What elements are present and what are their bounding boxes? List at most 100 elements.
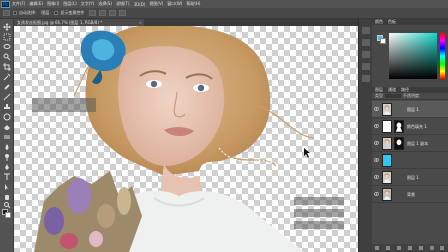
clone-stamp-tool-icon[interactable] — [3, 103, 11, 111]
lasso-tool-icon[interactable] — [3, 43, 11, 51]
layer-thumbnail — [382, 154, 392, 167]
auto-select-label: 自动选择: — [19, 10, 37, 15]
menu-file[interactable]: 文件(F) — [12, 1, 25, 7]
align-left-button[interactable] — [89, 10, 97, 16]
eraser-tool-icon[interactable] — [3, 123, 11, 131]
auto-select-checkbox[interactable] — [13, 11, 17, 15]
new-layer-icon[interactable] — [429, 246, 434, 250]
tab-channels[interactable]: 通道 — [388, 87, 396, 93]
layer-thumbnail — [382, 171, 392, 184]
adjustments-panel-icon[interactable] — [362, 51, 370, 58]
layer-name[interactable]: 图层 1 — [407, 107, 419, 113]
blend-mode-select[interactable] — [385, 94, 401, 98]
quick-select-tool-icon[interactable] — [3, 53, 11, 61]
adjustment-layer-icon[interactable] — [407, 246, 412, 250]
layer-row[interactable]: 图层 1 副本 — [372, 135, 448, 152]
kind-filter-label[interactable]: 类型 — [375, 93, 383, 99]
type-tool-icon[interactable] — [3, 173, 11, 181]
background-color-swatch[interactable] — [5, 212, 11, 218]
menu-type[interactable]: 文字(Y) — [81, 1, 95, 7]
layer-mask-thumbnail — [394, 137, 404, 150]
zoom-status[interactable]: 66.67% — [14, 245, 77, 252]
visibility-eye-icon[interactable] — [373, 141, 380, 145]
layer-style-icon[interactable] — [386, 246, 391, 250]
character-panel-icon[interactable] — [362, 75, 370, 82]
align-right-button[interactable] — [109, 10, 117, 16]
menu-view[interactable]: 视图(V) — [149, 1, 163, 7]
close-tab-icon[interactable]: × — [139, 19, 142, 26]
layers-panel: 图层 通道 路径 类型 不透明度: 图层 1 颜色填充 1 图层 1 副本 图层… — [372, 87, 448, 252]
menu-select[interactable]: 选择(S) — [98, 1, 112, 7]
watermark-overlay — [32, 98, 96, 112]
show-transform-label: 显示变换控件 — [60, 10, 85, 15]
layer-name[interactable]: 图层 1 — [407, 175, 419, 181]
layer-row[interactable]: 图层 1 — [372, 169, 448, 186]
menu-help[interactable]: 帮助(H) — [186, 1, 200, 7]
zoom-tool-icon[interactable] — [3, 201, 11, 209]
layer-thumbnail — [382, 137, 392, 150]
menu-filter[interactable]: 滤镜(T) — [116, 1, 130, 7]
document-tab[interactable]: 女孩发丝抠图.jpg @ 66.7% (图层 1, RGB/8) * × — [14, 19, 144, 26]
layer-name[interactable]: 图层 1 副本 — [407, 141, 428, 147]
show-transform-checkbox[interactable] — [54, 11, 59, 15]
photoshop-logo: Ps — [1, 0, 10, 8]
hue-slider[interactable] — [440, 33, 445, 79]
auto-select-target[interactable]: 图层 — [41, 10, 49, 16]
move-tool-icon[interactable] — [3, 23, 11, 31]
delete-layer-icon[interactable] — [440, 246, 445, 250]
layer-name[interactable]: 颜色填充 1 — [407, 124, 427, 130]
menu-3d[interactable]: 3D(D) — [134, 2, 146, 7]
visibility-eye-icon[interactable] — [373, 192, 380, 196]
layer-row[interactable]: 背景 — [372, 186, 448, 203]
right-panel-dock: 颜色 色板 图层 通道 路径 类型 不透明度: 图层 1 颜色填充 1 图层 1… — [372, 19, 448, 252]
brush-tool-icon[interactable] — [3, 93, 11, 101]
menu-image[interactable]: 图像(I) — [47, 1, 59, 7]
layer-thumbnail — [382, 188, 392, 201]
history-brush-tool-icon[interactable] — [3, 113, 11, 121]
photo-artwork — [34, 26, 315, 252]
blur-tool-icon[interactable] — [3, 143, 11, 151]
gradient-tool-icon[interactable] — [3, 133, 11, 141]
layer-thumbnail — [382, 120, 392, 133]
visibility-eye-icon[interactable] — [373, 124, 380, 128]
crop-tool-icon[interactable] — [3, 63, 11, 71]
hand-tool-icon[interactable] — [3, 193, 11, 201]
layer-row[interactable] — [372, 152, 448, 169]
layer-row[interactable]: 颜色填充 1 — [372, 118, 448, 135]
marquee-tool-icon[interactable] — [3, 33, 11, 41]
opacity-label: 不透明度: — [403, 93, 421, 98]
layer-mask-thumbnail — [394, 120, 404, 133]
menu-edit[interactable]: 编辑(E) — [29, 1, 43, 7]
pen-tool-icon[interactable] — [3, 163, 11, 171]
properties-panel-icon[interactable] — [362, 39, 370, 46]
layer-thumbnail — [382, 103, 392, 116]
history-panel-icon[interactable] — [362, 27, 370, 34]
paragraph-panel-icon[interactable] — [362, 63, 370, 70]
dried-flower-bouquet — [34, 171, 142, 252]
watermark-overlay — [294, 197, 344, 205]
layer-name[interactable]: 背景 — [407, 192, 415, 198]
color-picker-field[interactable] — [389, 33, 437, 79]
eyedropper-tool-icon[interactable] — [3, 73, 11, 81]
move-tool-preset-button[interactable] — [3, 10, 10, 16]
add-mask-icon[interactable] — [397, 246, 402, 250]
watermark-overlay — [294, 209, 344, 217]
link-layers-icon[interactable] — [375, 246, 380, 250]
menu-layer[interactable]: 图层(L) — [63, 1, 76, 7]
path-selection-tool-icon[interactable] — [3, 183, 11, 191]
visibility-eye-icon[interactable] — [373, 107, 380, 111]
menu-window[interactable]: 窗口(W) — [167, 1, 182, 7]
dodge-tool-icon[interactable] — [3, 153, 11, 161]
new-group-icon[interactable] — [418, 246, 423, 250]
panel-background-swatch[interactable] — [380, 38, 386, 44]
visibility-eye-icon[interactable] — [373, 158, 380, 162]
layers-footer — [372, 244, 448, 252]
healing-brush-tool-icon[interactable] — [3, 83, 11, 91]
align-center-button[interactable] — [99, 10, 107, 16]
layer-row[interactable]: 图层 1 — [372, 101, 448, 118]
visibility-eye-icon[interactable] — [373, 175, 380, 179]
document-canvas[interactable] — [14, 26, 358, 252]
options-bar: 自动选择: 图层 显示变换控件 — [0, 8, 448, 19]
distribute-button[interactable] — [119, 10, 127, 16]
layers-filter-row: 类型 不透明度: — [372, 93, 448, 100]
